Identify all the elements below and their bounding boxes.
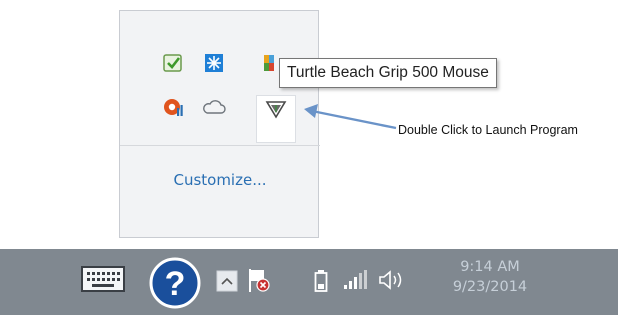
orange-app-icon[interactable] [161,95,185,119]
show-hidden-icons-icon[interactable] [216,270,238,292]
volume-icon[interactable] [376,268,406,292]
network-icon[interactable] [341,268,369,292]
onedrive-cloud-icon[interactable] [202,95,226,119]
tooltip: Turtle Beach Grip 500 Mouse [279,58,497,88]
keyboard-icon[interactable] [79,262,127,296]
help-icon[interactable]: ? [148,256,202,310]
turtle-beach-mouse-icon[interactable] [264,97,288,121]
annotation-arrow-icon [304,104,397,130]
checkbox-app-icon[interactable] [161,51,185,75]
svg-text:?: ? [165,265,186,303]
snowflake-app-icon[interactable] [202,51,226,75]
tray-overflow-popup: Customize... [119,10,320,238]
customize-link[interactable]: Customize... [120,171,320,189]
annotation-text: Double Click to Launch Program [398,123,578,137]
clock-time[interactable]: 9:14 AM [430,259,550,275]
clock-date[interactable]: 9/23/2014 [430,279,550,295]
action-center-flag-icon[interactable] [244,266,274,294]
battery-icon[interactable] [313,268,329,294]
colorful-app-icon[interactable] [262,51,274,75]
